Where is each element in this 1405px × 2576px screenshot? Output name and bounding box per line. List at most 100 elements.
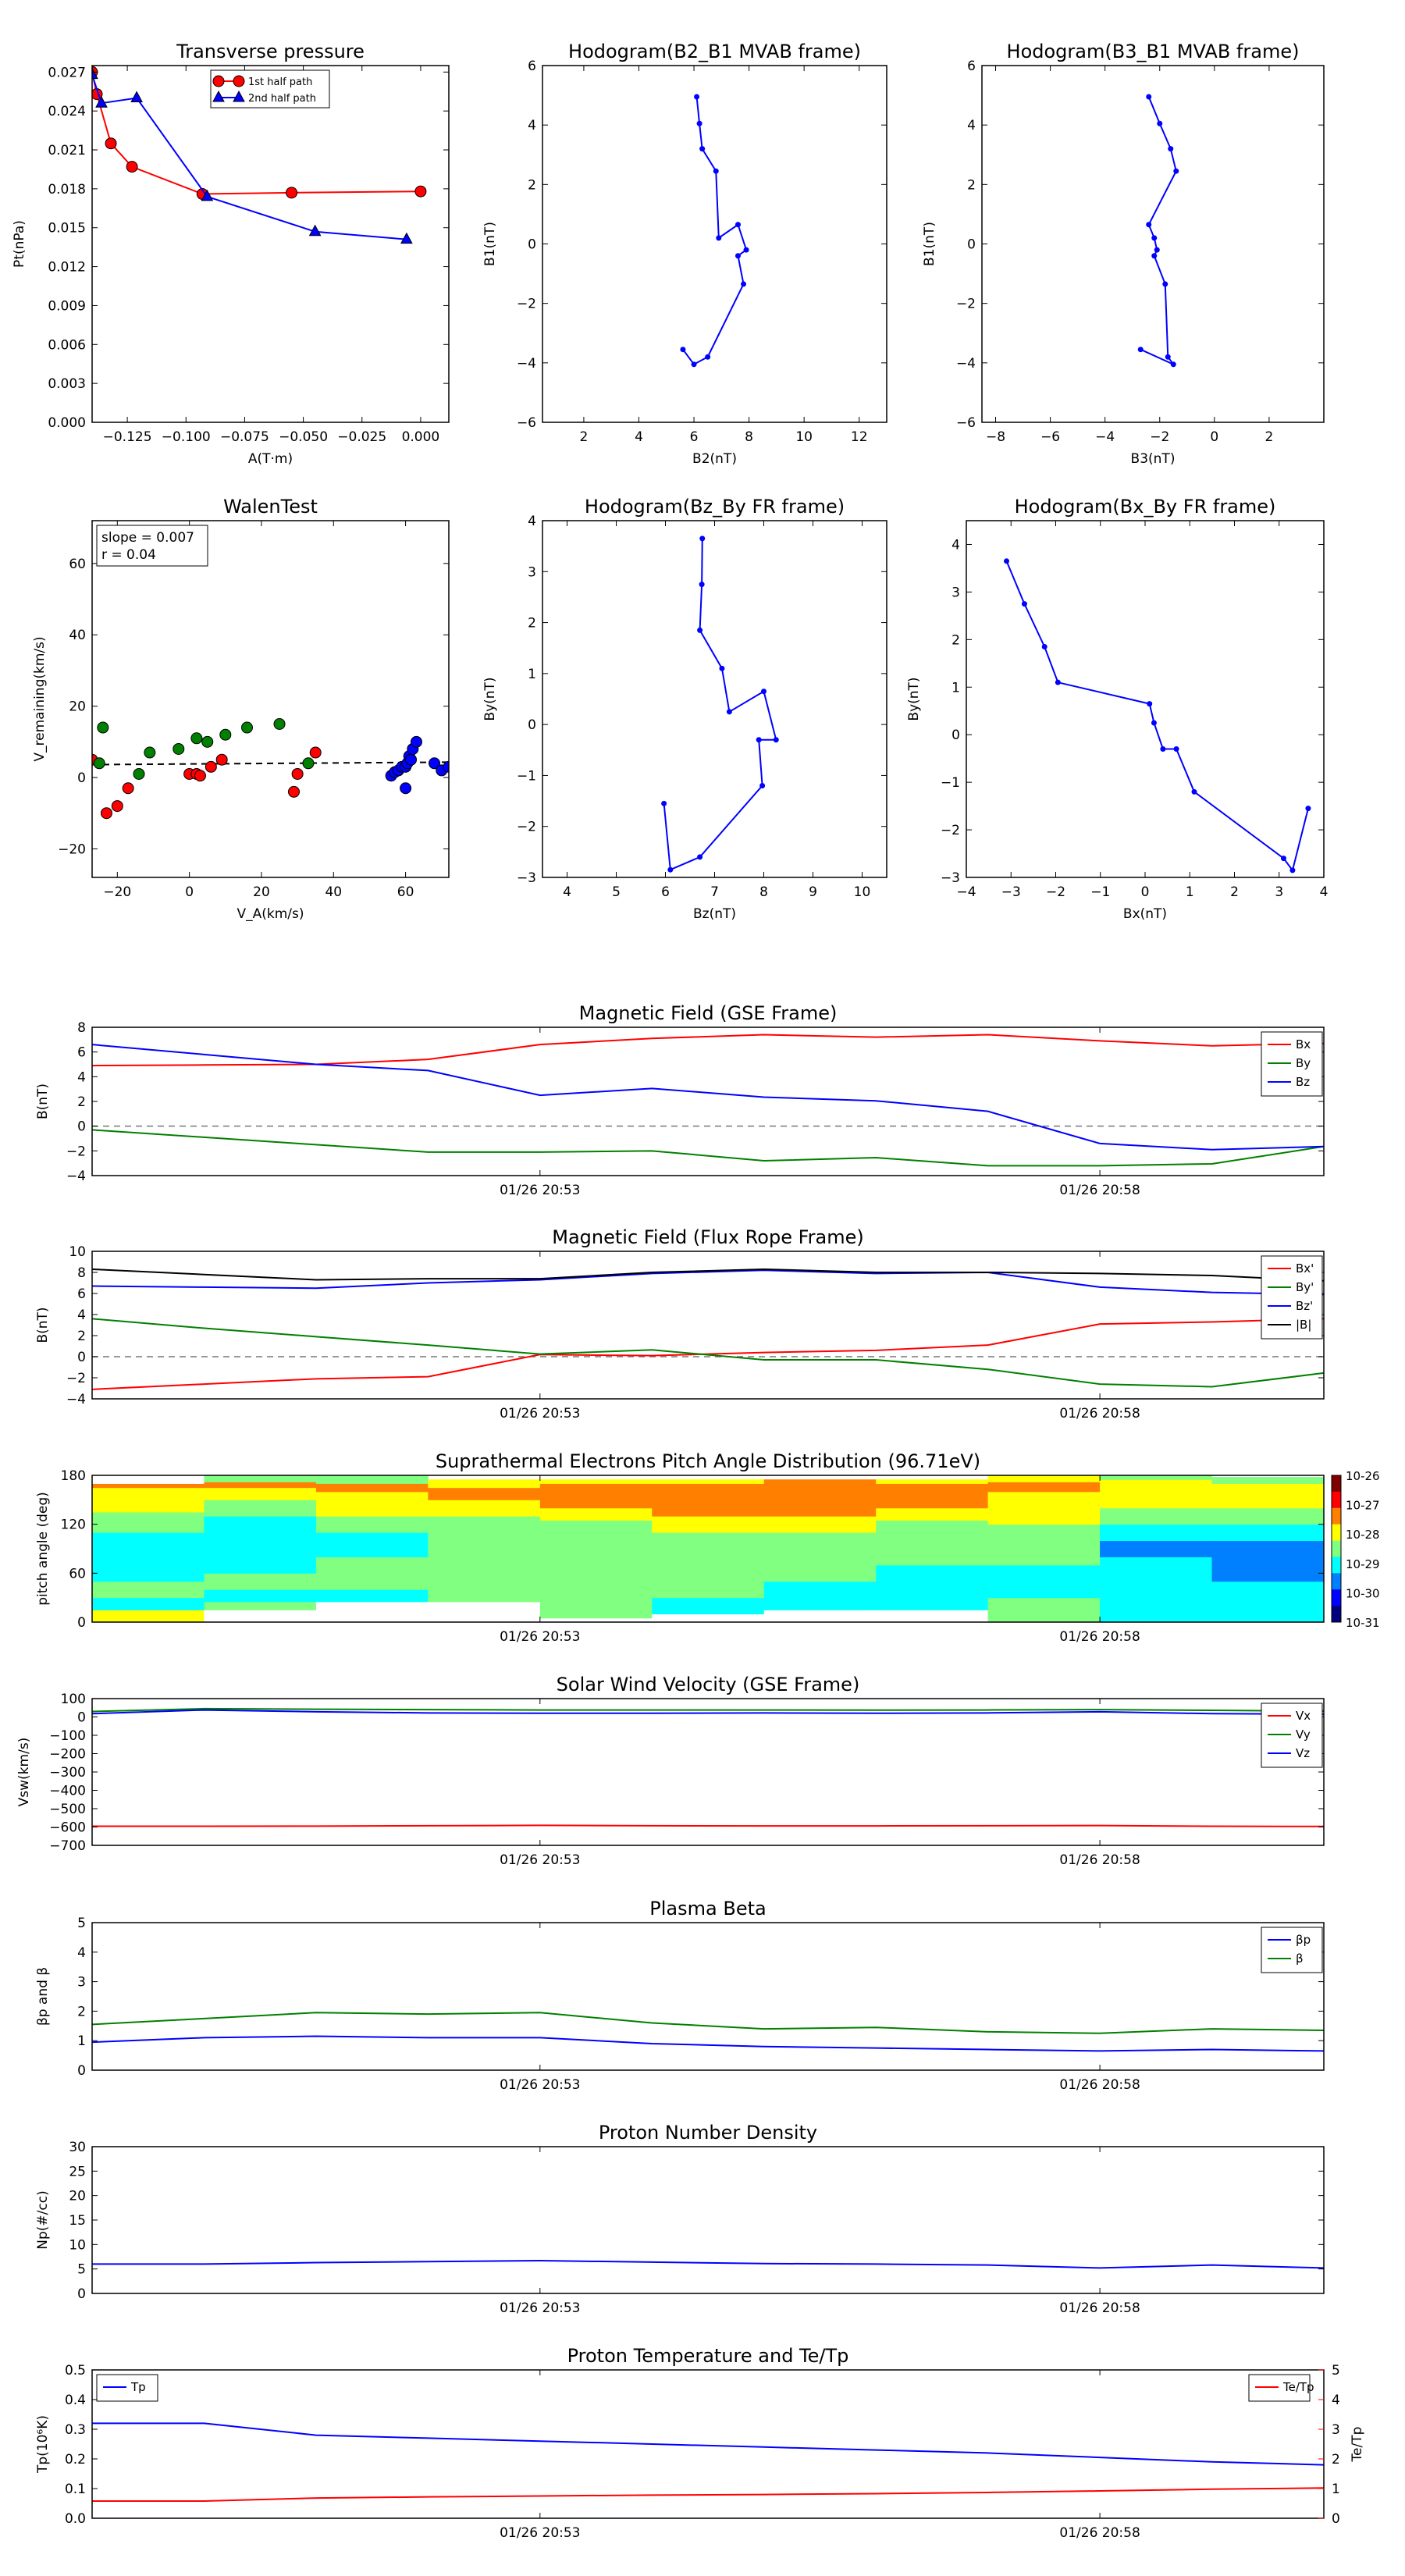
- heatmap-cell: [315, 1516, 429, 1533]
- y-tick-label: 15: [69, 2213, 86, 2229]
- heatmap-cell: [315, 1483, 429, 1493]
- panel-tp: −0.125 −0.100 −0.075 −0.050 −0.025 0.000 0.000…: [12, 41, 450, 467]
- x-tick-label: −0.050: [279, 429, 328, 445]
- x-tick-label: 01/26 20:58: [1059, 1183, 1140, 1198]
- panel-title: Proton Number Density: [599, 2122, 817, 2144]
- panel-h1: 2 4 6 8 10 12 −6 −4 −2 0 2 4 6 Hodogram(B2_B1 MVAB fr…: [482, 41, 887, 467]
- x-tick-label: 10: [795, 429, 813, 445]
- legend: Tp: [96, 2374, 158, 2402]
- y-tick-label: −2: [66, 1144, 86, 1159]
- heatmap-cell: [428, 1500, 541, 1517]
- series-line: [682, 96, 748, 366]
- heatmap-cell: [92, 1475, 205, 1484]
- y-axis-label: Tp(10⁶K): [35, 2415, 51, 2474]
- data-point: [1280, 856, 1286, 862]
- heatmap-cell: [92, 1597, 205, 1610]
- plot-frame: [91, 1026, 1325, 1176]
- heatmap-cell: [539, 1479, 653, 1484]
- data-point: [719, 665, 725, 671]
- heatmap-cell: [1100, 1610, 1213, 1623]
- annotation-box: slope = 0.007r = 0.04: [96, 525, 208, 567]
- heatmap-cell: [539, 1564, 653, 1582]
- y-axis-label: βp and β: [35, 1967, 51, 2026]
- heatmap-cell: [204, 1500, 317, 1517]
- heatmap-cell: [876, 1520, 989, 1542]
- y-tick-label: −300: [49, 1765, 86, 1781]
- data-point: [735, 253, 741, 259]
- legend-marker: [212, 75, 225, 87]
- heatmap-cell: [987, 1507, 1101, 1525]
- data-point: [414, 185, 427, 197]
- x-tick-label: −0.125: [103, 429, 152, 445]
- panel-title: Proton Temperature and Te/Tp: [567, 2345, 849, 2367]
- data-point: [713, 168, 719, 174]
- x-tick-label: 01/26 20:58: [1059, 1852, 1140, 1868]
- data-point: [699, 582, 705, 588]
- y-tick-label: 3: [528, 564, 536, 580]
- data-point: [1151, 720, 1157, 726]
- heatmap-cell: [204, 1482, 317, 1489]
- heatmap-cell: [92, 1581, 205, 1599]
- y-tick-label: 0.027: [48, 65, 86, 80]
- x-tick-label: −0.100: [162, 429, 211, 445]
- heatmap-cell: [987, 1491, 1101, 1509]
- fit-line: [92, 761, 449, 766]
- panel-vsw: 01/26 20:53 01/26 20:58 −700 −600 −500 −400 −3…: [16, 1674, 1325, 1868]
- panel-title: Solar Wind Velocity (GSE Frame): [557, 1674, 860, 1695]
- heatmap-cell: [987, 1482, 1101, 1493]
- y-tick-label: −20: [58, 841, 86, 857]
- data-point: [697, 854, 703, 860]
- heatmap-cell: [876, 1479, 989, 1484]
- series-line: [92, 1129, 1324, 1167]
- data-point: [286, 187, 298, 199]
- panel-np: 01/26 20:53 01/26 20:58 0 5 10 15 20 25 30 Proton…: [35, 2122, 1325, 2316]
- y-tick-label: 8: [77, 1020, 86, 1036]
- data-point: [133, 767, 145, 780]
- colorbar-tick-label: 10-26: [1346, 1469, 1380, 1483]
- heatmap-cell: [652, 1614, 765, 1623]
- heatmap-cell: [1211, 1597, 1325, 1610]
- legend-label: |B|: [1296, 1318, 1311, 1332]
- legend: Bx' By' Bz' |B|: [1261, 1255, 1323, 1340]
- heatmap-cell: [539, 1581, 653, 1599]
- heatmap-cell: [1100, 1557, 1213, 1582]
- data-point: [756, 737, 762, 743]
- heatmap-cell: [1211, 1507, 1325, 1525]
- y-tick-label: 2: [77, 1329, 86, 1344]
- heatmap-cell: [428, 1589, 541, 1603]
- y-tick-label-right: 5: [1332, 2363, 1340, 2379]
- y-tick-label: 0.2: [65, 2452, 86, 2467]
- data-point: [699, 146, 706, 152]
- y-axis-label: Vsw(km/s): [16, 1738, 32, 1807]
- heatmap-cell: [1100, 1540, 1213, 1557]
- y-tick-label: −3: [517, 870, 536, 886]
- y-tick-label: −4: [956, 356, 976, 372]
- data-point: [105, 137, 117, 150]
- heatmap-cell: [539, 1597, 653, 1610]
- data-point: [1041, 643, 1048, 649]
- data-point: [1157, 120, 1163, 126]
- heatmap-cell: [539, 1610, 653, 1619]
- x-tick-label: −2: [1046, 884, 1065, 900]
- y-tick-label: −100: [49, 1728, 86, 1744]
- x-tick-label: 2: [580, 429, 589, 445]
- y-tick-label: 2: [528, 616, 536, 632]
- colorbar-segment: [1332, 1524, 1341, 1542]
- heatmap-cell: [763, 1532, 877, 1557]
- data-point: [190, 732, 203, 745]
- x-tick-label: 0: [1210, 429, 1218, 445]
- data-point: [1154, 247, 1160, 253]
- x-tick-label: −4: [956, 884, 976, 900]
- y-tick-label: 4: [951, 537, 960, 553]
- data-point: [696, 120, 702, 126]
- heatmap-cell: [92, 1487, 205, 1500]
- x-tick-label: 4: [635, 429, 643, 445]
- y-tick-label: −1: [941, 775, 960, 791]
- data-point: [400, 782, 412, 795]
- data-point: [1146, 222, 1152, 228]
- heatmap-cell: [876, 1564, 989, 1582]
- series-line: [92, 2012, 1324, 2034]
- annotation-text: slope = 0.007: [101, 530, 194, 546]
- heatmap-cell: [763, 1479, 877, 1496]
- plot-area: [661, 535, 779, 873]
